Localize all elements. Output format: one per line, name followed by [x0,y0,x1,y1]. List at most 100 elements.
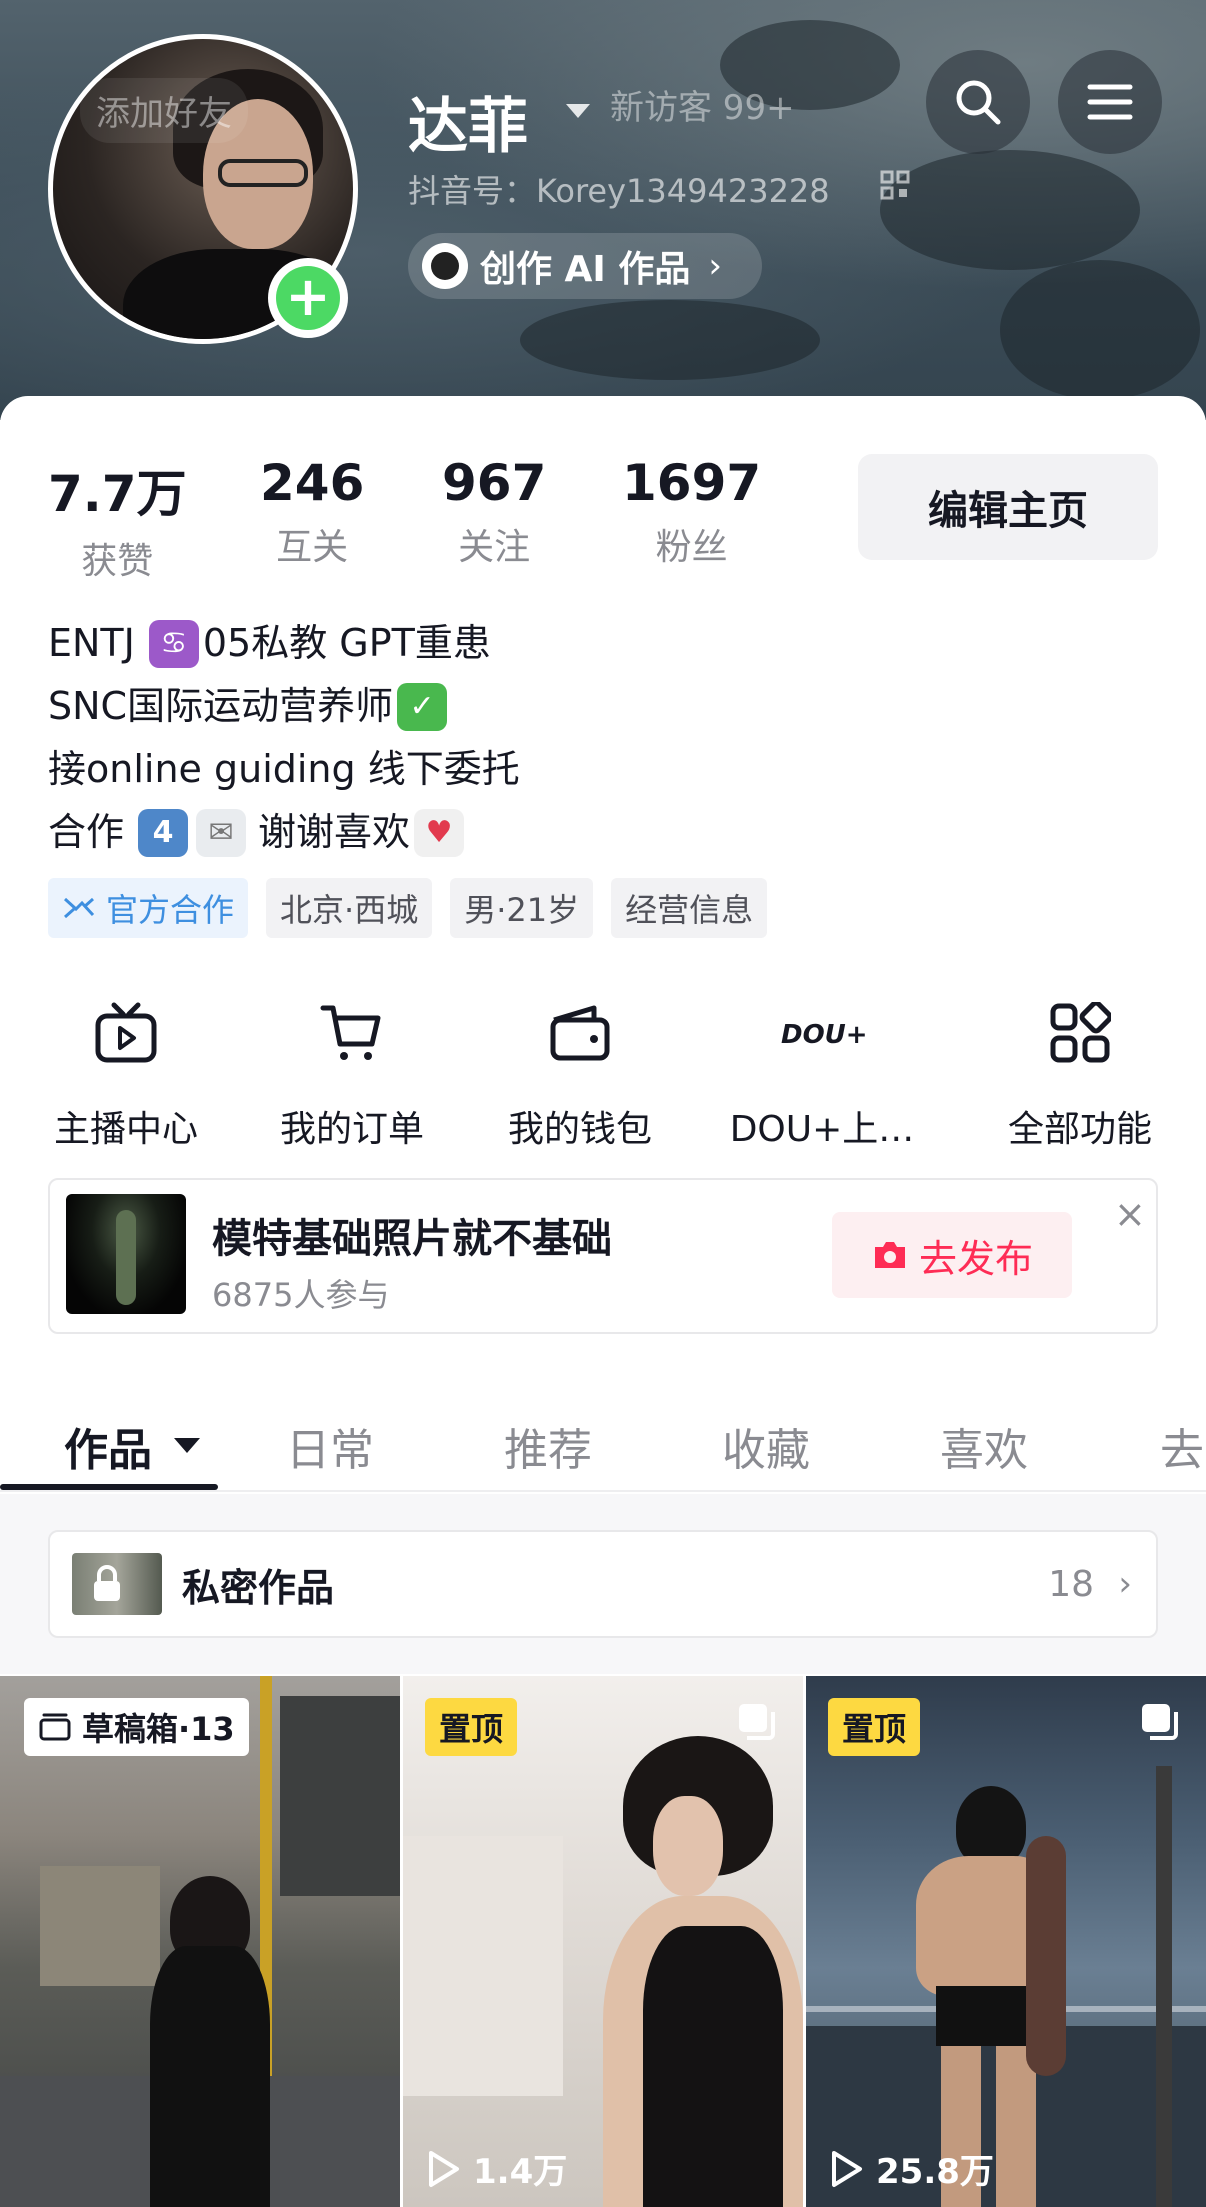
stat-following[interactable]: 967 关注 [442,454,546,570]
plus-icon: + [276,266,340,330]
close-icon[interactable]: × [1114,1192,1146,1236]
stat-label: 粉丝 [655,527,728,568]
play-count-value: 1.4万 [473,2152,568,2192]
nickname: 达菲 [408,92,528,162]
tag-gender-age: 男·21岁 [450,878,594,938]
create-ai-work-label: 创作 AI 作品 [480,249,691,290]
challenge-thumbnail [66,1194,186,1314]
love-letter-icon: ♥ [414,808,465,857]
tag-business-info[interactable]: 经营信息 [611,878,768,938]
avatar-add-button[interactable]: + [268,258,348,338]
work-thumbnail-drafts[interactable]: 草稿箱·13 [0,1676,400,2207]
bio-text: 谢谢喜欢 [258,810,411,854]
go-publish-label: 去发布 [918,1236,1033,1281]
tab-works[interactable]: 作品 [64,1414,152,1478]
qr-code-icon[interactable] [880,170,910,200]
keycap-four-icon: 4 [138,808,189,857]
stat-label: 获赞 [81,541,154,582]
bio-text: ENTJ [48,621,135,665]
active-tab-indicator [0,1484,218,1490]
drafts-label: 草稿箱·13 [82,1710,235,1748]
stat-likes[interactable]: 7.7万 获赞 [48,454,187,584]
private-works-row[interactable]: 私密作品 18 › [48,1530,1158,1638]
feature-label: 主播中心 [53,1109,198,1150]
search-button[interactable] [926,50,1030,154]
play-icon [832,2150,862,2187]
chevron-down-icon[interactable] [174,1438,200,1453]
profile-card: 7.7万 获赞 246 互关 967 关注 1697 粉丝 编辑主页 ENTJ … [0,396,1206,2207]
bio-line: SNC国际运动营养师 ✓ [48,675,520,738]
bio-text: 接online guiding 线下委托 [48,747,520,791]
feature-label: 我的钱包 [507,1109,652,1150]
tab-overflow[interactable]: 去 [1160,1414,1204,1478]
chevron-right-icon: › [708,246,722,286]
wallet-icon [550,1005,610,1061]
stat-label: 互关 [276,527,349,568]
add-friend-hint[interactable]: 添加好友 [80,78,248,143]
stat-followers[interactable]: 1697 粉丝 [622,454,761,570]
private-works-count: 18 [1048,1563,1094,1605]
search-icon [956,80,1001,125]
bio-text: SNC国际运动营养师 [48,684,394,728]
tab-daily[interactable]: 日常 [286,1414,374,1478]
private-works-section: 私密作品 18 › [0,1494,1206,1674]
create-ai-work-button[interactable]: 创作 AI 作品 › [408,233,762,299]
bio: ENTJ ♋ 05私教 GPT重患 SNC国际运动营养师 ✓ 接online g… [48,612,520,864]
pinned-badge: 置顶 [828,1698,921,1756]
dou-plus-logo-text: DOU+ [781,1020,865,1050]
feature-my-orders[interactable]: 我的订单 [242,998,462,1152]
feature-dou-plus[interactable]: DOU+ DOU+上… [712,998,932,1152]
background-rock [520,300,820,380]
play-count: 1.4万 [425,2144,567,2193]
edit-profile-button[interactable]: 编辑主页 [858,454,1158,560]
dou-plus-icon: DOU+ [781,1020,865,1050]
grid-apps-icon [1050,1002,1111,1063]
background-rock [1000,260,1200,400]
bio-text: 合作 [48,810,125,854]
stat-value: 7.7万 [48,465,187,523]
tag-label: 男·21岁 [464,891,580,929]
handshake-icon [63,897,95,919]
feature-label: 我的订单 [279,1109,424,1150]
pinned-badge: 置顶 [425,1698,518,1756]
work-thumbnail[interactable]: 置顶 1.4万 [403,1676,803,2207]
tab-likes[interactable]: 喜欢 [940,1414,1028,1478]
stat-mutual[interactable]: 246 互关 [260,454,364,570]
private-works-thumbnail [72,1553,162,1615]
work-thumbnail[interactable]: 置顶 25.8万 [806,1676,1206,2207]
feature-all-functions[interactable]: 全部功能 [970,998,1190,1152]
chevron-down-icon[interactable] [566,104,590,118]
cart-icon [320,1005,381,1060]
tab-favorites[interactable]: 收藏 [722,1414,810,1478]
multi-image-icon [739,1704,775,1740]
cancer-emoji-icon: ♋ [148,619,199,668]
multi-image-icon [1142,1704,1178,1740]
tag-location[interactable]: 北京·西城 [266,878,433,938]
feature-streamer-center[interactable]: 主播中心 [16,998,236,1152]
tag-label: 经营信息 [625,891,754,929]
menu-button[interactable] [1058,50,1162,154]
play-icon [429,2150,459,2187]
tag-official-cooperation[interactable]: 官方合作 [48,878,249,938]
new-visitors-hint[interactable]: 新访客 99+ [610,80,795,129]
check-emoji-icon: ✓ [397,682,448,731]
menu-icon [1087,84,1133,120]
drafts-box-icon [39,1713,71,1741]
lock-icon [94,1565,120,1601]
bio-text: 05私教 GPT重患 [202,621,491,665]
private-works-label: 私密作品 [182,1565,335,1610]
bio-line: 合作 4 ✉ 谢谢喜欢 ♥ [48,801,520,864]
feature-label: DOU+上… [729,1109,915,1150]
camera-icon [874,1242,905,1268]
drafts-badge[interactable]: 草稿箱·13 [24,1698,249,1756]
challenge-banner[interactable]: 模特基础照片就不基础 6875人参与 去发布 × [48,1178,1158,1334]
tab-recommend[interactable]: 推荐 [504,1414,592,1478]
stat-label: 关注 [458,527,531,568]
works-grid: 草稿箱·13 置顶 1.4万 置顶 25.8万 [0,1676,1206,2207]
tag-label: 官方合作 [106,891,235,929]
go-publish-button[interactable]: 去发布 [832,1212,1072,1298]
profile-tags: 官方合作 北京·西城 男·21岁 经营信息 [48,878,768,938]
feature-label: 全部功能 [1007,1109,1152,1150]
feature-my-wallet[interactable]: 我的钱包 [470,998,690,1152]
ai-avatar-icon [422,243,468,289]
